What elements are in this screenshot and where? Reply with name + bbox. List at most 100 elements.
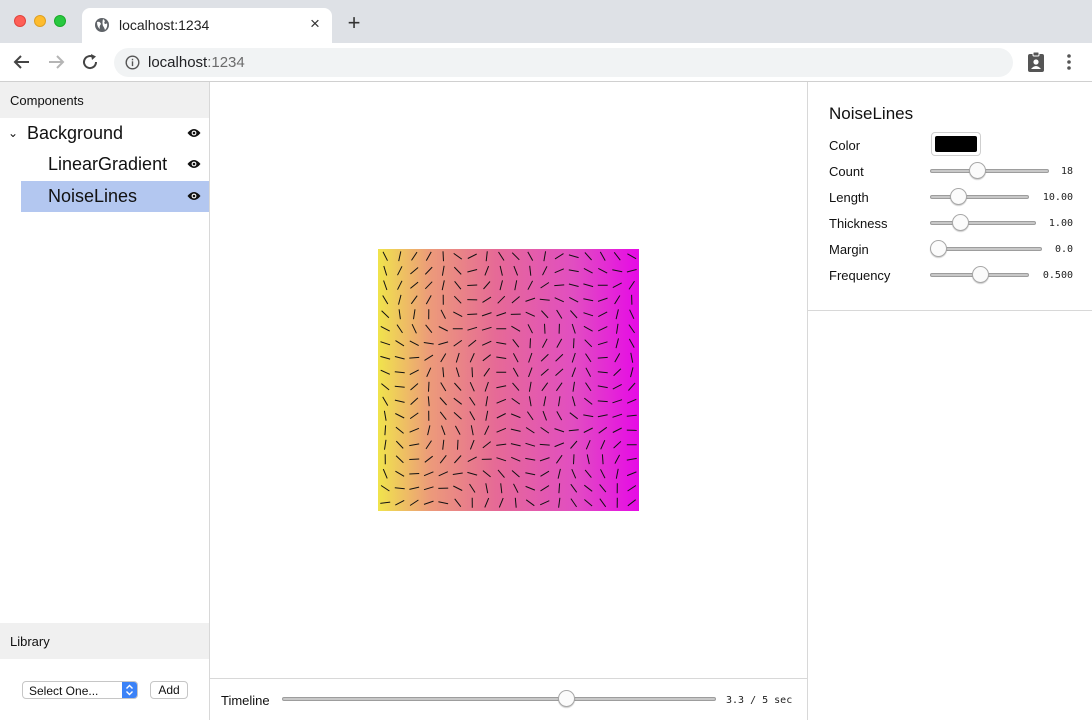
noise-line xyxy=(483,367,491,377)
noise-line xyxy=(454,280,462,290)
eye-icon[interactable] xyxy=(187,190,201,202)
noise-line xyxy=(529,265,532,276)
noise-line xyxy=(510,413,521,419)
noise-line xyxy=(455,352,460,363)
frequency-value: 0.500 xyxy=(1042,270,1073,281)
noise-line xyxy=(540,282,550,289)
noise-line xyxy=(583,298,594,302)
noise-line xyxy=(382,295,389,305)
slider-thumb[interactable] xyxy=(557,690,575,707)
slider-track xyxy=(930,221,1036,225)
more-vert-icon[interactable] xyxy=(1060,52,1078,72)
noise-line xyxy=(440,353,447,363)
noise-line xyxy=(543,251,547,262)
add-button[interactable]: Add xyxy=(150,681,188,699)
length-slider[interactable] xyxy=(930,188,1029,206)
chevron-down-icon[interactable]: ⌄ xyxy=(8,118,18,149)
noise-line xyxy=(597,400,608,403)
noise-line xyxy=(598,267,608,274)
noise-line xyxy=(425,295,432,305)
noise-line xyxy=(442,251,444,262)
noise-line xyxy=(382,396,389,406)
slider-thumb[interactable] xyxy=(969,162,987,179)
timeline-value: 3.3 / 5 sec xyxy=(726,695,793,706)
clipboard-account-icon[interactable] xyxy=(1026,51,1046,73)
tree-item-background[interactable]: ⌄ Background xyxy=(0,118,209,149)
reload-icon[interactable] xyxy=(79,51,101,73)
length-label: Length xyxy=(829,190,869,205)
noise-line xyxy=(525,427,535,434)
margin-label: Margin xyxy=(829,242,869,257)
color-picker[interactable] xyxy=(931,132,981,156)
noise-line xyxy=(425,440,432,450)
noise-line xyxy=(397,280,403,290)
count-slider[interactable] xyxy=(930,162,1049,180)
zoom-window-button[interactable] xyxy=(54,15,66,27)
noise-line xyxy=(409,356,420,359)
noise-line xyxy=(453,311,463,318)
noise-line xyxy=(409,340,419,347)
slider-thumb[interactable] xyxy=(930,240,947,257)
tree-item-noiselines[interactable]: NoiseLines xyxy=(21,181,209,212)
noise-line xyxy=(540,426,550,434)
tab-title: localhost:1234 xyxy=(119,17,210,33)
frequency-label: Frequency xyxy=(829,268,891,283)
noise-line xyxy=(482,354,492,362)
tree-item-lineargradient[interactable]: LinearGradient xyxy=(21,149,209,180)
noise-line xyxy=(496,341,507,345)
close-tab-icon[interactable]: × xyxy=(306,15,324,33)
noise-line xyxy=(616,323,619,334)
noise-line xyxy=(424,281,433,290)
library-select[interactable]: Select One... xyxy=(22,681,138,699)
new-tab-button[interactable]: + xyxy=(343,12,365,34)
noise-line xyxy=(585,440,591,450)
noise-line xyxy=(510,443,521,447)
noise-line xyxy=(554,428,565,433)
margin-slider[interactable] xyxy=(930,240,1042,258)
slider-thumb[interactable] xyxy=(951,214,969,231)
thickness-slider[interactable] xyxy=(930,214,1036,232)
noise-line xyxy=(410,295,418,305)
noise-line xyxy=(626,269,637,273)
browser-tab-bar: localhost:1234 × + xyxy=(0,0,1092,43)
noise-line xyxy=(382,468,388,479)
noise-line xyxy=(409,443,420,447)
slider-thumb[interactable] xyxy=(949,188,967,205)
noise-line xyxy=(626,414,637,417)
info-icon[interactable] xyxy=(125,55,140,70)
noise-line xyxy=(626,457,637,461)
noise-line xyxy=(457,439,459,450)
forward-arrow-icon[interactable] xyxy=(45,51,67,73)
eye-icon[interactable] xyxy=(187,127,201,139)
noise-line xyxy=(541,310,549,319)
eye-icon[interactable] xyxy=(187,158,201,170)
slider-thumb[interactable] xyxy=(971,266,989,283)
noise-line xyxy=(409,473,420,475)
close-window-button[interactable] xyxy=(14,15,26,27)
noise-line xyxy=(525,499,535,507)
noise-line xyxy=(438,341,449,346)
noise-line xyxy=(452,472,463,475)
noise-line xyxy=(380,355,391,360)
back-arrow-icon[interactable] xyxy=(11,51,33,73)
noise-line xyxy=(498,251,505,261)
minimize-window-button[interactable] xyxy=(34,15,46,27)
noise-line xyxy=(484,497,490,508)
noise-line xyxy=(525,485,536,491)
noise-line xyxy=(467,284,478,286)
noise-line xyxy=(398,251,402,262)
noise-line xyxy=(500,483,503,494)
address-bar[interactable]: localhost:1234 xyxy=(114,48,1013,77)
noise-line xyxy=(554,268,564,274)
noise-line xyxy=(440,382,447,392)
tree-item-label: LinearGradient xyxy=(48,154,168,174)
timeline-slider[interactable] xyxy=(282,690,716,708)
noise-line xyxy=(628,338,635,348)
noise-line xyxy=(395,340,405,347)
noise-line xyxy=(573,454,575,465)
frequency-slider[interactable] xyxy=(930,266,1029,284)
noise-line xyxy=(481,312,492,317)
noise-line xyxy=(441,265,445,276)
browser-tab[interactable]: localhost:1234 × xyxy=(82,8,332,43)
noise-line xyxy=(614,353,621,363)
